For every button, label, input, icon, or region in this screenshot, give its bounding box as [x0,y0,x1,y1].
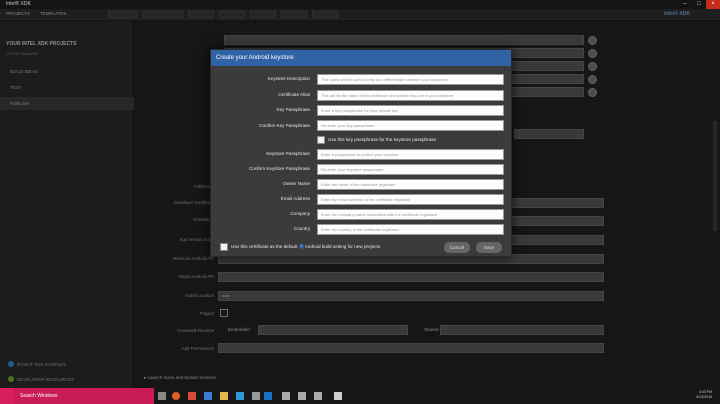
maximize-icon[interactable]: □ [692,0,706,9]
app-icon-doc[interactable] [334,392,342,400]
firefox-icon[interactable] [172,392,180,400]
window-title: Intel® XDK [6,1,31,7]
taskbar-search[interactable]: Search Windows [14,388,154,404]
start-button[interactable] [0,388,14,404]
label-country: Country [293,226,310,231]
owner-name-input[interactable] [317,179,504,190]
info-icon[interactable]: i [298,244,304,250]
use-key-passphrase-label: Use this key passphrase for the keystore… [328,137,437,142]
app-icon-window[interactable] [282,392,290,400]
app-icon-gray[interactable] [252,392,260,400]
minimize-icon[interactable]: – [678,0,692,9]
label-certificate-alias: Certificate Alias [278,92,310,97]
intel-xdk-icon[interactable] [264,392,272,400]
keystore-passphrase-input[interactable] [317,149,504,160]
windows-taskbar: Search Windows 4:43 PM 6/12/2016 [0,388,720,404]
country-input[interactable] [317,224,504,235]
label-email-address: Email Address [280,196,310,201]
label-company: Company [290,211,310,216]
key-passphrase-input[interactable] [317,105,504,116]
close-icon[interactable]: × [706,0,720,9]
app-icon-cyan[interactable] [236,392,244,400]
window-controls: – □ × [678,0,720,9]
default-certificate-label: Use this certificate as the default i An… [231,244,381,250]
confirm-key-passphrase-input[interactable] [317,120,504,131]
email-address-input[interactable] [317,194,504,205]
default-certificate-label-a: Use this certificate as the default [231,244,298,249]
label-confirm-key-passphrase: Confirm Key Passphrase [259,123,310,128]
keystore-description-input[interactable] [317,74,504,85]
file-explorer-icon[interactable] [220,392,228,400]
app-icon-window-3[interactable] [314,392,322,400]
certificate-alias-input[interactable] [317,90,504,101]
app-icon-red[interactable] [188,392,196,400]
default-certificate-label-b: Android build setting for new projects [304,244,381,249]
clock-date: 6/12/2016 [696,395,712,399]
save-button[interactable]: Save [476,242,502,253]
app-icon-window-2[interactable] [298,392,306,400]
label-key-passphrase: Key Passphrase [276,107,310,112]
default-certificate-checkbox[interactable] [220,243,228,251]
label-owner-name: Owner Name [282,181,310,186]
keystore-dialog: Create your Android keystore Keystore De… [210,49,512,257]
task-view-icon[interactable] [158,392,166,400]
label-confirm-keystore-passphrase: Confirm Keystore Passphrase [248,166,310,171]
dialog-title: Create your Android keystore [211,50,511,66]
company-input[interactable] [317,209,504,220]
system-clock[interactable]: 4:43 PM 6/12/2016 [696,390,712,400]
window-titlebar: Intel® XDK – □ × [0,0,720,9]
label-keystore-description: Keystore Description [267,76,310,81]
cancel-button[interactable]: Cancel [444,242,470,253]
app-icon-blue[interactable] [204,392,212,400]
label-keystore-passphrase: Keystore Passphrase [266,151,310,156]
use-key-passphrase-checkbox[interactable] [317,136,325,144]
confirm-keystore-passphrase-input[interactable] [317,164,504,175]
